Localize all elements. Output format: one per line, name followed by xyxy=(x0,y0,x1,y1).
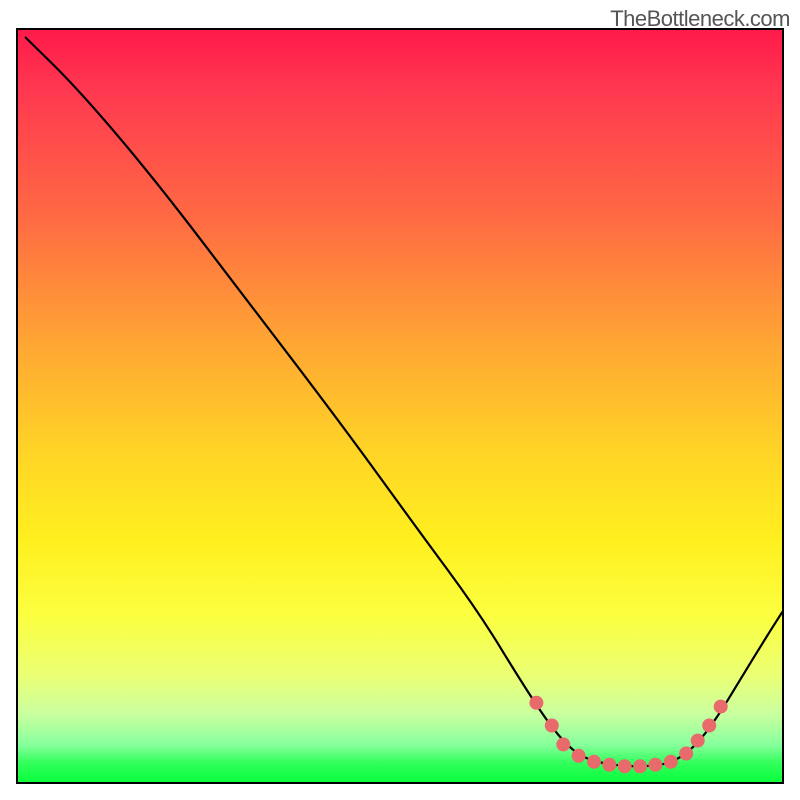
bottleneck-curve xyxy=(26,38,783,767)
highlight-dot xyxy=(648,758,662,772)
highlight-dot xyxy=(587,755,601,769)
highlight-dot xyxy=(714,700,728,714)
highlight-dot xyxy=(664,755,678,769)
highlight-dot xyxy=(702,719,716,733)
highlight-dot xyxy=(633,759,647,773)
highlight-dot xyxy=(618,759,632,773)
highlight-dot xyxy=(572,749,586,763)
highlight-dot xyxy=(545,719,559,733)
highlight-dot xyxy=(529,696,543,710)
plot-area xyxy=(16,28,784,784)
highlight-dot xyxy=(691,734,705,748)
highlight-dot xyxy=(602,758,616,772)
highlight-dot xyxy=(556,737,570,751)
highlight-dot xyxy=(679,747,693,761)
chart-container: TheBottleneck.com xyxy=(0,0,800,800)
curve-svg xyxy=(18,30,784,784)
